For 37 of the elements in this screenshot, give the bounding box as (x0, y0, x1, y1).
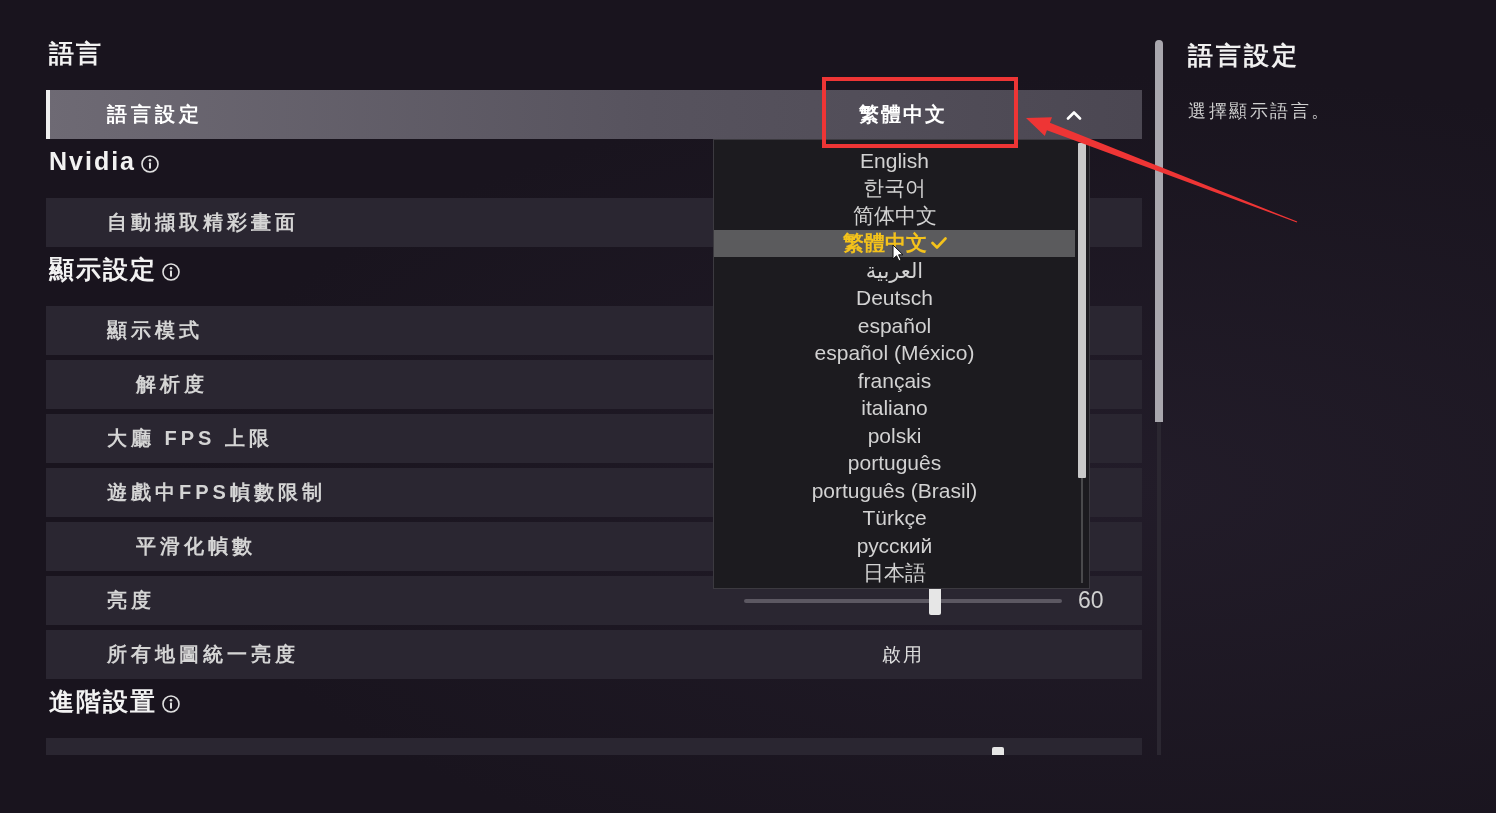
info-icon[interactable] (162, 695, 180, 713)
setting-label: 亮度 (107, 588, 155, 613)
scrollbar[interactable] (1155, 40, 1163, 755)
dropdown-option[interactable]: polski (714, 422, 1075, 450)
setting-label: 遊戲中FPS幀數限制 (107, 480, 326, 505)
setting-label: 所有地圖統一亮度 (107, 642, 299, 667)
section-title: 語言 (49, 38, 103, 69)
info-icon[interactable] (141, 155, 160, 173)
detail-description: 選擇顯示語言。 (1188, 100, 1332, 123)
dropdown-option[interactable]: русский (714, 532, 1075, 560)
scrollbar-thumb[interactable] (1078, 143, 1086, 478)
info-icon[interactable] (162, 263, 180, 281)
dropdown-option[interactable]: العربية (714, 257, 1075, 285)
dropdown-option[interactable]: português (Brasil) (714, 477, 1075, 505)
section-title: Nvidia (49, 146, 137, 177)
setting-label: 自動擷取精彩畫面 (107, 210, 299, 235)
setting-label: 解析度 (136, 372, 208, 397)
setting-value[interactable]: 啟用 (882, 641, 924, 668)
caret-up-icon[interactable] (1066, 109, 1082, 120)
dropdown-option[interactable]: 简体中文 (714, 202, 1075, 230)
setting-label: 大廳 FPS 上限 (107, 426, 273, 451)
section-title: 進階設置 (49, 686, 157, 717)
setting-label: 語言設定 (107, 102, 203, 127)
dropdown-value[interactable]: 繁體中文 (859, 101, 947, 128)
setting-row[interactable]: 語言設定 繁體中文 (46, 90, 1142, 139)
section-title: 顯示設定 (49, 254, 157, 285)
scrollbar[interactable] (1078, 143, 1086, 583)
setting-row[interactable]: 所有地圖統一亮度 啟用 (46, 630, 1142, 679)
check-icon (930, 237, 947, 250)
dropdown-option[interactable]: français (714, 367, 1075, 395)
dropdown-option[interactable]: español (714, 312, 1075, 340)
slider-value: 60 (1078, 587, 1104, 614)
dropdown-option[interactable]: English (714, 147, 1075, 175)
scrollbar-thumb[interactable] (1155, 40, 1163, 422)
setting-label: 顯示模式 (107, 318, 203, 343)
setting-label: 平滑化幀數 (136, 534, 256, 559)
detail-title: 語言設定 (1188, 40, 1300, 71)
